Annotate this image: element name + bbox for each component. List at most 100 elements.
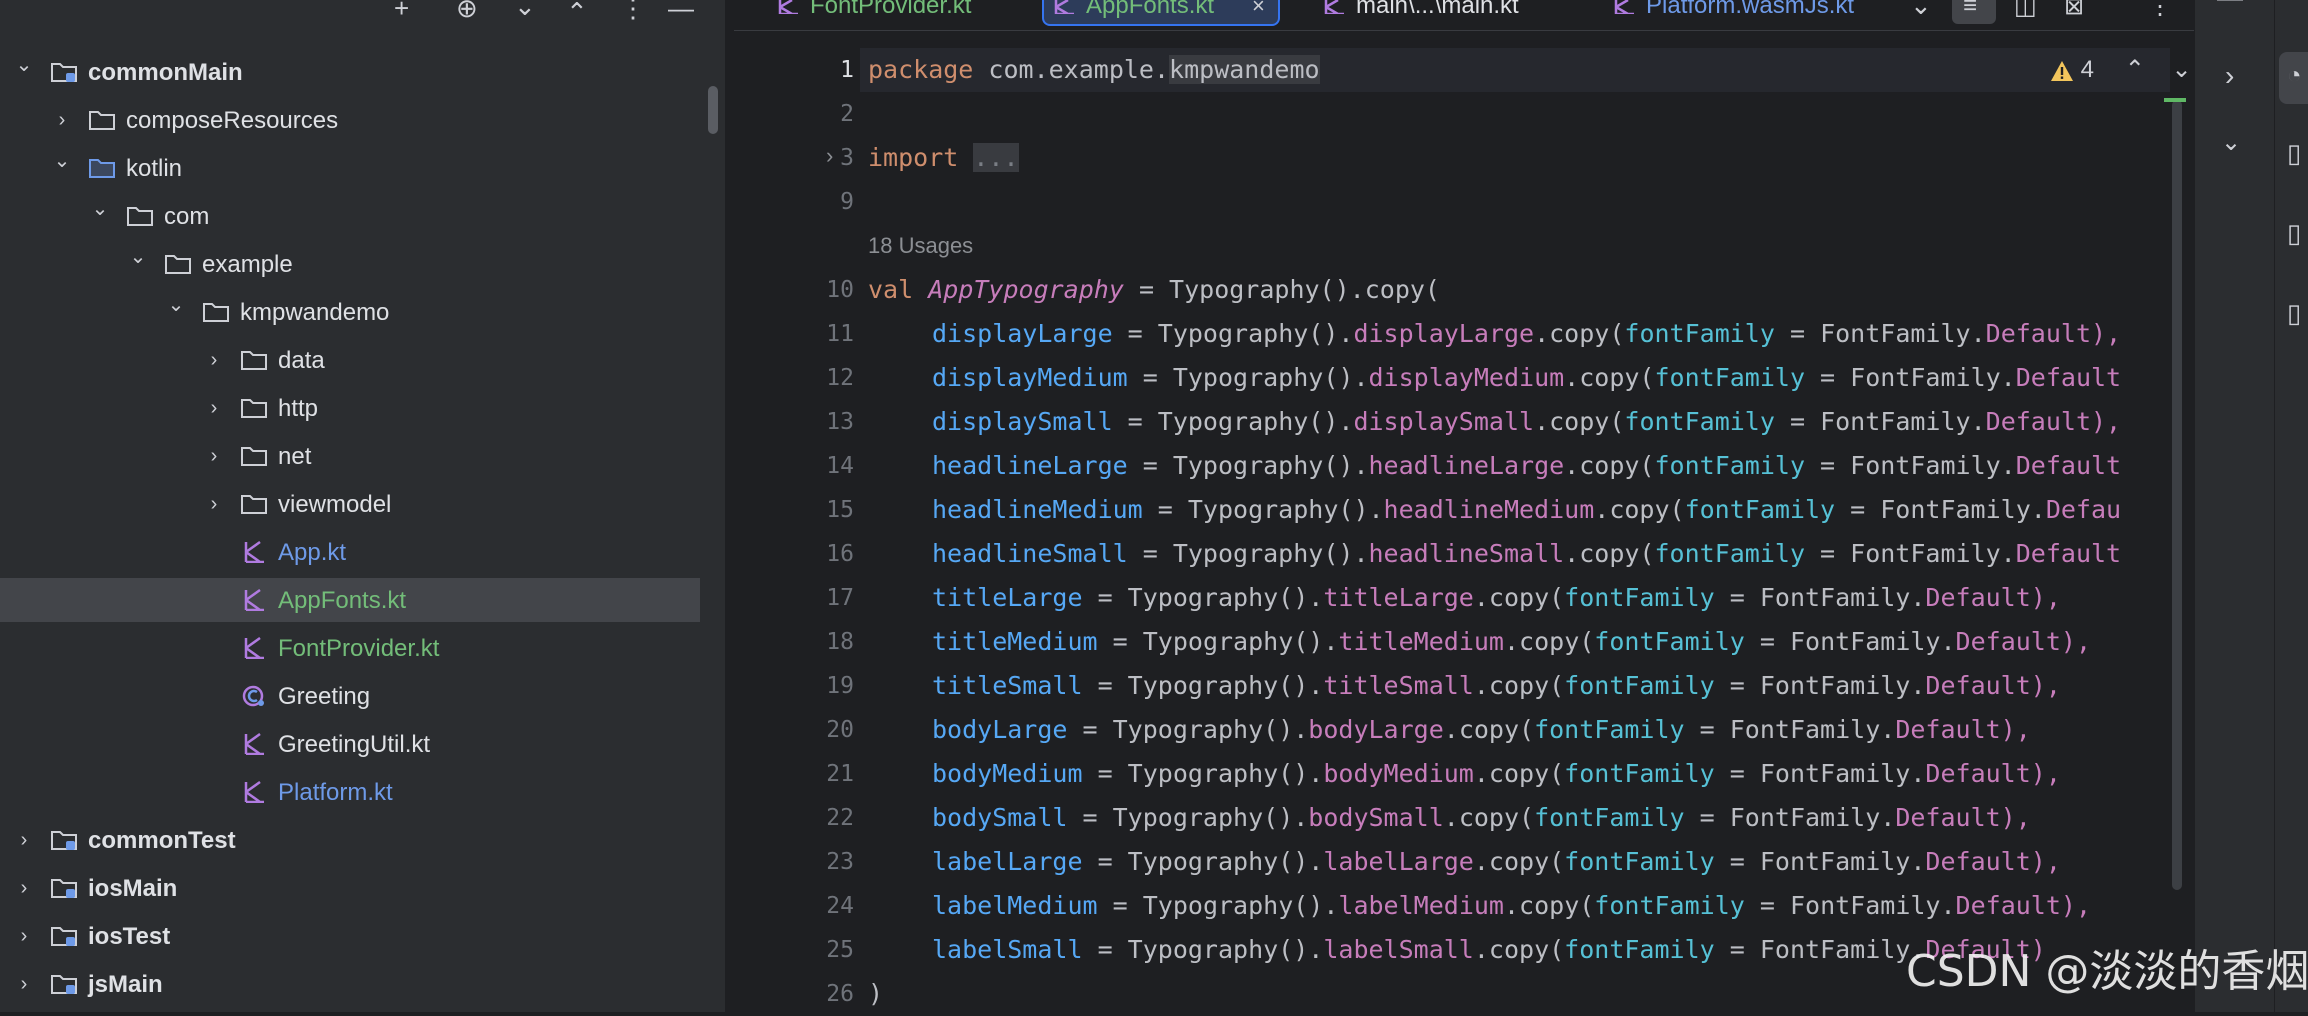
typography-call: Typography(). bbox=[1127, 935, 1324, 964]
notifications-button[interactable]: ◔ bbox=[2279, 52, 2308, 104]
param-name: fontFamily bbox=[1564, 583, 1715, 612]
tree-item-iosmain[interactable]: › iosMain bbox=[0, 866, 725, 910]
chevron-right-icon[interactable]: › bbox=[202, 482, 226, 526]
tree-item-fontprovider-kt[interactable]: FontProvider.kt bbox=[0, 626, 725, 670]
more-options-icon[interactable]: ⋮ bbox=[2148, 0, 2172, 21]
next-highlight-icon[interactable]: ⌄ bbox=[2171, 56, 2191, 83]
chevron-right-icon[interactable]: › bbox=[12, 914, 36, 958]
typography-call: Typography(). bbox=[1127, 671, 1324, 700]
line-number: 24 bbox=[826, 893, 854, 919]
field-name: headlineMedium bbox=[932, 495, 1143, 524]
tree-item-com[interactable]: ⌄ com bbox=[0, 194, 725, 238]
usages-hint[interactable]: 18 Usages bbox=[868, 226, 973, 266]
chevron-right-icon[interactable]: › bbox=[50, 98, 74, 142]
previous-highlight-icon[interactable]: ⌃ bbox=[2125, 56, 2145, 83]
field-name: headlineSmall bbox=[932, 539, 1128, 568]
tree-item-appfonts-kt[interactable]: AppFonts.kt bbox=[0, 578, 700, 622]
tree-item-app-kt[interactable]: App.kt bbox=[0, 530, 725, 574]
tree-item-label: kotlin bbox=[126, 155, 183, 182]
minimize-icon[interactable]: — bbox=[2217, 0, 2243, 13]
param-name: fontFamily bbox=[1624, 319, 1775, 348]
tree-item-kotlin[interactable]: ⌄ kotlin bbox=[0, 146, 725, 190]
options-icon[interactable]: ⋮ bbox=[620, 0, 646, 21]
module-icon bbox=[51, 879, 77, 898]
typography-call: Typography(). bbox=[1172, 451, 1369, 480]
chevron-down-icon[interactable]: ⌄ bbox=[12, 50, 36, 94]
chevron-right-icon[interactable]: › bbox=[202, 338, 226, 382]
tree-item-commontest[interactable]: › commonTest bbox=[0, 818, 725, 862]
copy-call: .copy( bbox=[1473, 671, 1565, 700]
locate-icon[interactable]: ⊕ bbox=[456, 0, 478, 21]
hide-panel-icon[interactable]: — bbox=[668, 0, 694, 21]
device-manager-icon[interactable]: ▯ bbox=[2287, 138, 2301, 169]
equals: = bbox=[1684, 803, 1730, 832]
field-name: labelMedium bbox=[932, 891, 1098, 920]
default-ref: Default), bbox=[1895, 715, 2031, 744]
tree-item-net[interactable]: › net bbox=[0, 434, 725, 478]
default-ref: Default bbox=[2015, 539, 2122, 568]
chevron-down-icon[interactable]: ⌄ bbox=[2221, 128, 2241, 157]
inspection-widget[interactable]: 4 ⌃ ⌄ bbox=[2050, 50, 2192, 90]
preview-icon[interactable]: ⊠ bbox=[2064, 0, 2084, 21]
tree-item-iostest[interactable]: › iosTest bbox=[0, 914, 725, 958]
tree-item-kmpwandemo[interactable]: ⌄ kmpwandemo bbox=[0, 290, 725, 334]
field-name: labelSmall bbox=[932, 935, 1083, 964]
menu-lines-icon: ≡ bbox=[1963, 0, 1978, 19]
tree-item-greetingutil-kt[interactable]: GreetingUtil.kt bbox=[0, 722, 725, 766]
close-icon[interactable]: × bbox=[1252, 0, 1265, 17]
collapse-all-icon[interactable]: ⌃ bbox=[566, 0, 588, 25]
new-file-icon[interactable]: + bbox=[394, 0, 409, 21]
param-name: fontFamily bbox=[1564, 935, 1715, 964]
line-number: 17 bbox=[826, 585, 854, 611]
tab-main[interactable]: main\...\main.kt bbox=[1314, 0, 1544, 28]
field-name: displaySmall bbox=[932, 407, 1113, 436]
font-family-ref: FontFamily. bbox=[1850, 363, 2016, 392]
font-family-ref: FontFamily. bbox=[1729, 803, 1896, 832]
chevron-down-icon[interactable]: ⌄ bbox=[126, 242, 150, 286]
folded-imports[interactable]: ... bbox=[973, 143, 1019, 172]
tab-list-icon[interactable]: ⌄ bbox=[1910, 0, 1932, 21]
kotlin-file-icon bbox=[244, 637, 264, 659]
chevron-down-icon[interactable]: ⌄ bbox=[50, 146, 74, 190]
running-devices-icon[interactable]: ▯ bbox=[2287, 298, 2301, 329]
tab-fontprovider[interactable]: FontProvider.kt bbox=[768, 0, 998, 28]
panel-splitter[interactable] bbox=[725, 0, 734, 1012]
chevron-right-icon[interactable]: › bbox=[2225, 60, 2234, 92]
tab-label: main\...\main.kt bbox=[1356, 0, 1519, 19]
chevron-right-icon[interactable]: › bbox=[202, 434, 226, 478]
project-scrollbar[interactable] bbox=[708, 86, 718, 134]
tab-platform-wasmjs[interactable]: Platform.wasmJs.kt bbox=[1604, 0, 1904, 28]
tree-item-label: GreetingUtil.kt bbox=[278, 731, 431, 758]
module-icon bbox=[51, 975, 77, 994]
tab-appfonts[interactable]: AppFonts.kt × bbox=[1042, 0, 1280, 26]
reader-mode-button[interactable]: ≡ bbox=[1952, 0, 1996, 24]
device-mirror-icon[interactable]: ▯ bbox=[2287, 218, 2301, 249]
editor-scrollbar[interactable] bbox=[2172, 100, 2182, 890]
chevron-right-icon[interactable]: › bbox=[202, 386, 226, 430]
tree-item-jsmain[interactable]: › jsMain bbox=[0, 962, 725, 1006]
tree-item-example[interactable]: ⌄ example bbox=[0, 242, 725, 286]
expand-all-icon[interactable]: ⌄ bbox=[514, 0, 536, 19]
chevron-down-icon[interactable]: ⌄ bbox=[88, 194, 112, 238]
chevron-down-icon[interactable]: ⌄ bbox=[164, 290, 188, 334]
tree-item-http[interactable]: › http bbox=[0, 386, 725, 430]
split-view-icon[interactable]: ◫ bbox=[2014, 0, 2037, 21]
copy-call: .copy( bbox=[1594, 495, 1685, 524]
chevron-right-icon[interactable]: › bbox=[12, 818, 36, 862]
fold-expand-icon[interactable]: › bbox=[826, 138, 850, 174]
tree-item-greeting[interactable]: Greeting bbox=[0, 674, 725, 718]
chevron-right-icon[interactable]: › bbox=[12, 962, 36, 1006]
chevron-right-icon[interactable]: › bbox=[12, 866, 36, 910]
tree-item-platform-kt[interactable]: Platform.kt bbox=[0, 770, 725, 814]
font-family-ref: FontFamily. bbox=[1820, 407, 1986, 436]
tree-item-composeresources[interactable]: › composeResources bbox=[0, 98, 725, 142]
font-family-ref: FontFamily. bbox=[1820, 319, 1986, 348]
tree-item-viewmodel[interactable]: › viewmodel bbox=[0, 482, 725, 526]
line-number: 10 bbox=[826, 277, 854, 303]
equals: = bbox=[1082, 759, 1128, 788]
tree-item-data[interactable]: › data bbox=[0, 338, 725, 382]
code-line-close: ) bbox=[868, 979, 884, 1008]
tree-item-commonmain[interactable]: ⌄ commonMain bbox=[0, 50, 725, 94]
code-line-field: bodyMedium = Typography().bodyMedium.cop… bbox=[932, 752, 2168, 796]
equals: = bbox=[1127, 451, 1173, 480]
